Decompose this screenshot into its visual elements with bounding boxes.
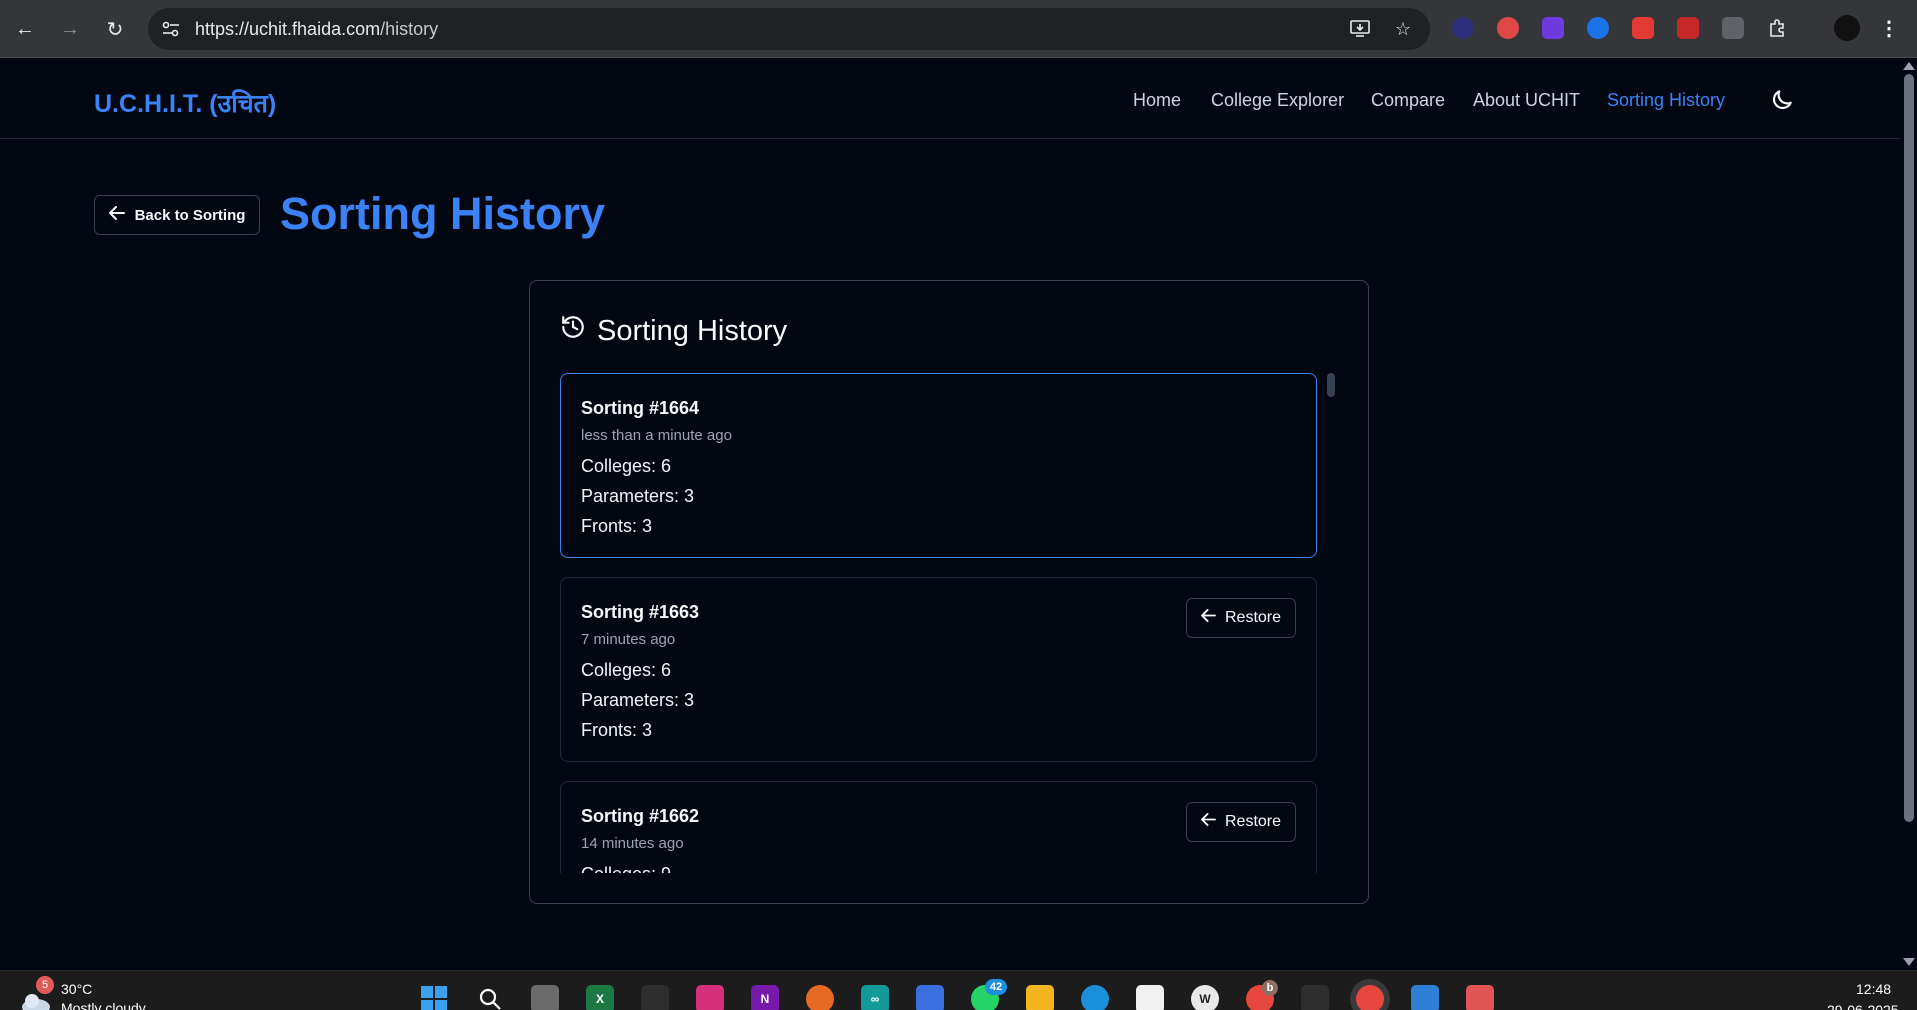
windows-taskbar: 5 30°C Mostly cloudy X N ∞ 42 W b 12:48 … [0, 970, 1917, 1010]
arrow-left-icon [1201, 609, 1216, 627]
back-arrow-icon[interactable]: ← [10, 14, 40, 44]
page-title: Sorting History [280, 188, 606, 239]
edge-icon[interactable] [1081, 985, 1109, 1010]
scroll-down-arrow-icon[interactable] [1903, 958, 1915, 966]
snipping-tool-icon[interactable] [1466, 985, 1494, 1010]
chrome-profile-badge: b [1262, 980, 1278, 996]
scroll-up-arrow-icon[interactable] [1903, 62, 1915, 70]
history-item-time: less than a minute ago [581, 427, 732, 444]
firefox-icon[interactable] [806, 985, 834, 1010]
address-bar[interactable]: https://uchit.fhaida.com/history ☆ [148, 8, 1430, 50]
weather-temperature: 30°C [61, 981, 93, 997]
reload-icon[interactable]: ↻ [100, 14, 130, 44]
history-item-title: Sorting #1662 [581, 806, 700, 826]
task-view-icon[interactable] [531, 985, 559, 1010]
history-item: Sorting #1662 14 minutes ago Colleges: 9… [560, 781, 1317, 873]
extension-icon[interactable] [1452, 17, 1474, 39]
clock-date: 29-06-2025 [1827, 1002, 1899, 1010]
restore-button[interactable]: Restore [1186, 802, 1296, 842]
nav-college-explorer[interactable]: College Explorer [1211, 90, 1344, 111]
onenote-icon[interactable]: N [751, 985, 779, 1010]
weather-badge: 5 [36, 976, 54, 994]
history-item-colleges: Colleges: 6 [581, 456, 672, 476]
site-logo[interactable]: U.C.H.I.T. (उचित) [94, 86, 276, 120]
theme-toggle-moon-icon[interactable] [1769, 87, 1795, 113]
history-list[interactable]: Sorting #1664 less than a minute ago Col… [560, 371, 1320, 873]
chrome-active-icon[interactable] [1356, 985, 1384, 1010]
arrow-left-icon [1201, 813, 1216, 831]
browser-toolbar: ← → ↻ https://uchit.fhaida.com/history ☆… [0, 0, 1917, 58]
nav-sorting-history[interactable]: Sorting History [1607, 90, 1725, 111]
url-text[interactable]: https://uchit.fhaida.com/history [195, 19, 438, 40]
back-to-sorting-button[interactable]: Back to Sorting [94, 195, 260, 235]
history-item-parameters: Parameters: 3 [581, 690, 695, 710]
photos-icon[interactable] [1411, 985, 1439, 1010]
history-item-current[interactable]: Sorting #1664 less than a minute ago Col… [560, 373, 1317, 558]
weather-widget[interactable]: 5 [20, 976, 54, 1010]
history-card: Sorting History Sorting #1664 less than … [529, 280, 1369, 904]
nav-home[interactable]: Home [1133, 90, 1181, 111]
install-app-icon[interactable] [1348, 18, 1372, 40]
nav-about[interactable]: About UCHIT [1473, 90, 1580, 111]
extension-icon[interactable] [1722, 17, 1744, 39]
page-scrollbar-thumb[interactable] [1904, 74, 1914, 822]
arduino-icon[interactable]: ∞ [861, 985, 889, 1010]
restore-label: Restore [1224, 609, 1282, 626]
app-icon[interactable] [641, 985, 669, 1010]
extension-icon[interactable] [1497, 17, 1519, 39]
extension-icon[interactable] [1677, 17, 1699, 39]
history-item-title: Sorting #1664 [581, 398, 700, 418]
history-item-fronts: Fronts: 3 [581, 720, 653, 740]
arrow-left-icon [108, 206, 125, 224]
card-title: Sorting History [597, 314, 788, 347]
extension-icon[interactable] [1632, 17, 1654, 39]
restore-button[interactable]: Restore [1186, 598, 1296, 638]
list-scrollbar-thumb[interactable] [1327, 373, 1335, 397]
history-item-colleges: Colleges: 6 [581, 660, 672, 680]
history-item-parameters: Parameters: 3 [581, 486, 695, 506]
instagram-icon[interactable] [696, 985, 724, 1010]
wordpress-icon[interactable]: W [1191, 985, 1219, 1010]
page-scrollbar[interactable] [1900, 58, 1917, 970]
bookmark-star-icon[interactable]: ☆ [1391, 18, 1415, 40]
search-icon[interactable] [476, 985, 504, 1010]
site-header: U.C.H.I.T. (उचित) Home College Explorer … [0, 58, 1900, 139]
nav-compare[interactable]: Compare [1371, 90, 1445, 111]
weather-description: Mostly cloudy [61, 1000, 146, 1010]
history-item-time: 14 minutes ago [581, 835, 684, 852]
history-icon [560, 314, 586, 348]
file-explorer-icon[interactable] [1026, 985, 1054, 1010]
url-path: /history [380, 19, 439, 39]
whatsapp-icon[interactable]: 42 [971, 979, 1007, 1010]
history-item-title: Sorting #1663 [581, 602, 700, 622]
extensions-puzzle-icon[interactable] [1767, 17, 1789, 39]
clock-time: 12:48 [1856, 981, 1892, 997]
copilot-icon[interactable] [916, 985, 944, 1010]
notepad-icon[interactable] [1136, 985, 1164, 1010]
extension-icon[interactable] [1542, 17, 1564, 39]
excel-icon[interactable]: X [586, 985, 614, 1010]
back-to-sorting-label: Back to Sorting [134, 206, 246, 224]
history-item-time: 7 minutes ago [581, 631, 676, 648]
windows-start-icon[interactable] [420, 985, 448, 1010]
history-item-fronts: Fronts: 3 [581, 516, 653, 536]
app-icon[interactable] [1301, 985, 1329, 1010]
card-header: Sorting History [560, 314, 787, 348]
site-info-icon[interactable] [160, 18, 182, 40]
forward-arrow-icon[interactable]: → [55, 14, 85, 44]
profile-avatar[interactable] [1834, 15, 1860, 41]
chrome-icon[interactable]: b [1246, 980, 1278, 1010]
history-item-colleges: Colleges: 9 [581, 864, 671, 873]
whatsapp-badge: 42 [985, 979, 1007, 995]
browser-menu-icon[interactable]: ⋮ [1878, 17, 1900, 40]
extension-icon[interactable] [1587, 17, 1609, 39]
restore-label: Restore [1224, 813, 1282, 830]
history-item: Sorting #1663 7 minutes ago Colleges: 6 … [560, 577, 1317, 762]
url-host: https://uchit.fhaida.com [195, 19, 381, 39]
